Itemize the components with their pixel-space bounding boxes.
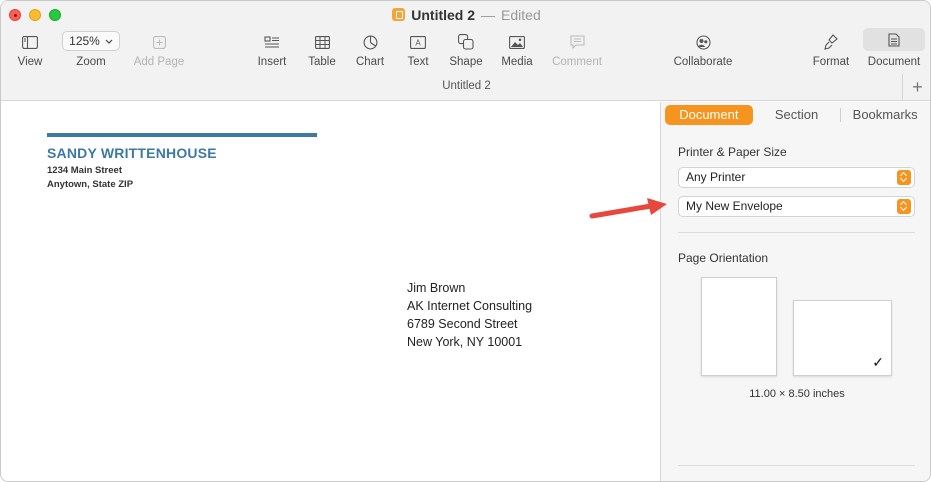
comment-button[interactable]: Comment bbox=[549, 31, 605, 68]
text-label: Text bbox=[407, 56, 429, 68]
zoom-label: Zoom bbox=[76, 56, 106, 68]
header-rule bbox=[47, 133, 317, 137]
inspector-tabs: Document Section Bookmarks bbox=[665, 105, 929, 125]
popup-stepper-icon bbox=[897, 199, 911, 214]
portrait-orientation-option[interactable] bbox=[701, 277, 777, 376]
media-button[interactable]: Media bbox=[495, 31, 539, 68]
comment-label: Comment bbox=[552, 56, 602, 68]
shape-button[interactable]: Shape bbox=[445, 31, 487, 68]
recipient-street[interactable]: 6789 Second Street bbox=[407, 317, 518, 331]
tab-bookmarks[interactable]: Bookmarks bbox=[841, 105, 929, 125]
sender-city[interactable]: Anytown, State ZIP bbox=[47, 179, 133, 190]
printer-value: Any Printer bbox=[686, 170, 746, 184]
divider bbox=[678, 232, 915, 233]
format-button[interactable]: Format bbox=[809, 31, 853, 68]
pages-window: Untitled 2 — Edited View 125% Zoom Add Pag… bbox=[0, 0, 931, 482]
view-label: View bbox=[17, 56, 43, 68]
divider bbox=[678, 465, 915, 466]
page-dimensions: 11.00 × 8.50 inches bbox=[749, 388, 845, 400]
format-label: Format bbox=[812, 56, 850, 68]
recipient-city[interactable]: New York, NY 10001 bbox=[407, 335, 522, 349]
orientation-heading: Page Orientation bbox=[678, 251, 769, 265]
media-label: Media bbox=[501, 56, 533, 68]
insert-label: Insert bbox=[257, 56, 287, 68]
document-label: Document bbox=[867, 56, 921, 68]
add-page-icon bbox=[131, 31, 187, 53]
recipient-company[interactable]: AK Internet Consulting bbox=[407, 299, 532, 313]
document-canvas[interactable]: SANDY WRITTENHOUSE 1234 Main Street Anyt… bbox=[1, 102, 660, 481]
tab-document[interactable]: Document bbox=[665, 105, 753, 125]
add-tab-button[interactable]: + bbox=[902, 74, 930, 101]
svg-text:A: A bbox=[415, 38, 421, 47]
table-label: Table bbox=[308, 56, 336, 68]
sidebar-icon bbox=[9, 31, 51, 53]
chevron-down-icon bbox=[105, 39, 113, 44]
title-separator: — bbox=[481, 7, 496, 23]
checkmark-icon: ✓ bbox=[872, 354, 884, 370]
add-page-button[interactable]: Add Page bbox=[131, 31, 187, 68]
collaborate-button[interactable]: Collaborate bbox=[669, 31, 737, 68]
add-page-label: Add Page bbox=[133, 56, 185, 68]
text-button[interactable]: A Text bbox=[397, 31, 439, 68]
paper-size-value: My New Envelope bbox=[686, 199, 783, 213]
paper-size-popup[interactable]: My New Envelope bbox=[678, 196, 915, 217]
table-icon bbox=[301, 31, 343, 53]
pages-document-icon bbox=[392, 8, 406, 21]
window-title: Untitled 2 — Edited bbox=[1, 7, 930, 23]
tab-section[interactable]: Section bbox=[753, 105, 841, 125]
text-box-icon: A bbox=[397, 31, 439, 53]
chart-label: Chart bbox=[355, 56, 385, 68]
window-title-text: Untitled 2 bbox=[411, 7, 476, 23]
table-button[interactable]: Table bbox=[301, 31, 343, 68]
sender-name[interactable]: SANDY WRITTENHOUSE bbox=[47, 145, 217, 161]
comment-icon bbox=[549, 31, 605, 53]
zoom-popup[interactable]: 125% bbox=[62, 31, 120, 51]
photo-icon bbox=[495, 31, 539, 53]
collaborate-icon bbox=[669, 31, 737, 53]
chart-button[interactable]: Chart bbox=[349, 31, 391, 68]
zoom-control[interactable]: 125% Zoom bbox=[61, 30, 121, 68]
zoom-value: 125% bbox=[69, 34, 100, 48]
annotation-arrow-icon bbox=[589, 198, 667, 219]
document-icon bbox=[863, 28, 925, 51]
document-inspector: Document Section Bookmarks Printer & Pap… bbox=[660, 102, 930, 481]
popup-stepper-icon bbox=[897, 170, 911, 185]
insert-icon bbox=[251, 31, 293, 53]
insert-button[interactable]: Insert bbox=[251, 31, 293, 68]
edited-status: Edited bbox=[501, 7, 541, 23]
shape-label: Shape bbox=[449, 56, 483, 68]
printer-heading: Printer & Paper Size bbox=[678, 145, 787, 159]
shape-icon bbox=[445, 31, 487, 53]
recipient-name[interactable]: Jim Brown bbox=[407, 281, 465, 295]
pie-chart-icon bbox=[349, 31, 391, 53]
toolbar: Untitled 2 — Edited View 125% Zoom Add Pag… bbox=[1, 1, 930, 101]
document-button[interactable]: Document bbox=[863, 28, 925, 68]
collaborate-label: Collaborate bbox=[673, 56, 733, 68]
printer-popup[interactable]: Any Printer bbox=[678, 167, 915, 188]
view-button[interactable]: View bbox=[9, 31, 51, 68]
document-tab-title: Untitled 2 bbox=[442, 80, 491, 92]
paintbrush-icon bbox=[809, 31, 853, 53]
landscape-orientation-option[interactable]: ✓ bbox=[793, 300, 892, 376]
sender-street[interactable]: 1234 Main Street bbox=[47, 165, 122, 176]
